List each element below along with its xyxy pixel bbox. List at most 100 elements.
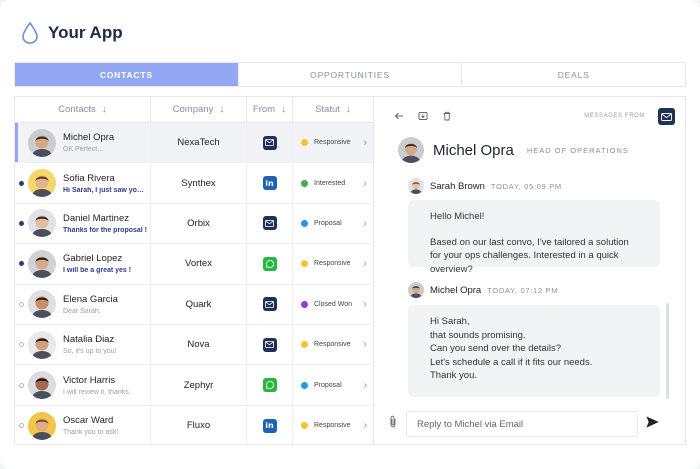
avatar: [28, 290, 56, 318]
table-row[interactable]: Gabriel LopezI will be a great yes ! Vort…: [15, 244, 373, 284]
archive-icon[interactable]: [418, 111, 428, 121]
avatar: [28, 209, 56, 237]
conversation-scrollbar[interactable]: [666, 303, 669, 399]
chevron-right-icon[interactable]: ›: [364, 299, 373, 310]
table-row[interactable]: Victor HarrisI will review it, thanks.Ze…: [15, 365, 373, 405]
status-label: Responsive: [314, 341, 358, 348]
contact-cell: Victor HarrisI will review it, thanks.: [15, 365, 151, 404]
header-company-label: Company: [173, 104, 214, 115]
sort-arrow-icon[interactable]: ↓: [219, 104, 224, 115]
table-row[interactable]: Michel OpraOK Perfect...NexaTechResponsi…: [15, 123, 373, 163]
sort-arrow-icon[interactable]: ↓: [281, 104, 286, 115]
status-dot: [301, 180, 308, 187]
sort-arrow-icon[interactable]: ↓: [102, 104, 107, 115]
header-company[interactable]: Company ↓: [151, 97, 247, 122]
company-cell: Vortex: [151, 244, 247, 283]
from-cell: [247, 365, 293, 404]
contact-name: Natalia Diaz: [63, 334, 116, 345]
company-cell: NexaTech: [151, 123, 247, 162]
messages-from-label: MESSAGES FROM: [584, 113, 645, 119]
app-frame: Your App CONTACTS OPPORTUNITIES DEALS Co…: [0, 0, 700, 469]
from-cell: in: [247, 406, 293, 446]
contact-cell: Oscar WardThank you to ask!: [15, 406, 151, 446]
from-cell: [247, 123, 293, 162]
trash-icon[interactable]: [442, 111, 452, 121]
contact-info: Daniel MartinezThanks for the proposal !: [63, 213, 147, 234]
status-dot: [301, 220, 308, 227]
email-icon: [263, 297, 277, 311]
status-dot: [301, 422, 308, 429]
status-cell: Interested›: [293, 163, 373, 202]
header-status-label: Statut: [315, 104, 340, 115]
chevron-right-icon[interactable]: ›: [364, 218, 373, 229]
chevron-right-icon[interactable]: ›: [364, 258, 373, 269]
status-cell: Responsive ›: [293, 244, 373, 283]
message-sender: Sarah Brown: [430, 181, 485, 192]
contact-last-message: I will review it, thanks.: [63, 389, 131, 396]
contact-name: Gabriel Lopez: [63, 253, 131, 264]
tab-opportunities[interactable]: OPPORTUNITIES: [239, 63, 463, 86]
contact-cell: Daniel MartinezThanks for the proposal !: [15, 204, 151, 243]
status-dot: [301, 260, 308, 267]
contact-name: Michel Opra: [433, 142, 514, 159]
status-dot: [301, 341, 308, 348]
status-cell: Responsive›: [293, 406, 373, 446]
from-cell: [247, 325, 293, 364]
table-row[interactable]: Daniel MartinezThanks for the proposal !…: [15, 204, 373, 244]
table-row[interactable]: Oscar WardThank you to ask!FluxoinRespon…: [15, 406, 373, 446]
header-from[interactable]: From ↓: [247, 97, 293, 122]
read-status-dot: [19, 140, 24, 145]
message-line: Let's schedule a call if it fits our nee…: [430, 356, 638, 370]
table-row[interactable]: Elena GarciaDear Sarah,QuarkClosed Won›: [15, 285, 373, 325]
contact-info: Elena GarciaDear Sarah,: [63, 294, 118, 315]
whatsapp-icon: [263, 257, 277, 271]
contact-name: Oscar Ward: [63, 415, 118, 426]
email-channel-icon[interactable]: [658, 108, 675, 125]
sort-arrow-icon[interactable]: ↓: [346, 104, 351, 115]
contact-info: Michel OpraOK Perfect...: [63, 132, 114, 153]
tab-deals[interactable]: DEALS: [462, 63, 685, 86]
chevron-right-icon[interactable]: ›: [364, 137, 373, 148]
contact-info: Oscar WardThank you to ask!: [63, 415, 118, 436]
read-status-dot: [19, 423, 24, 428]
message-line: Hello Michel!: [430, 210, 638, 224]
whatsapp-icon: [263, 378, 277, 392]
conversation-panel: MESSAGES FROM Michel Opra HEAD OF OPERAT…: [374, 96, 686, 445]
header-status[interactable]: Statut ↓: [293, 97, 373, 122]
status-label: Proposal: [314, 382, 358, 389]
chevron-right-icon[interactable]: ›: [364, 339, 373, 350]
back-arrow-icon[interactable]: [394, 111, 404, 121]
status-dot: [301, 139, 308, 146]
reply-input[interactable]: [406, 411, 638, 437]
table-header: Contacts↓ Company ↓ From ↓ Statut ↓: [15, 97, 373, 123]
sender-avatar: [408, 282, 424, 298]
chevron-right-icon[interactable]: ›: [364, 178, 373, 189]
chevron-right-icon[interactable]: ›: [364, 380, 373, 391]
contact-cell: Natalia DiazSo, it's up to you!: [15, 325, 151, 364]
reply-bar: [388, 411, 678, 437]
tab-contacts[interactable]: CONTACTS: [15, 63, 239, 86]
status-label: Responsive: [314, 260, 358, 267]
contact-last-message: Thanks for the proposal !: [63, 227, 147, 234]
email-icon: [263, 338, 277, 352]
main-tabs: CONTACTS OPPORTUNITIES DEALS: [14, 62, 686, 87]
contact-info: Gabriel LopezI will be a great yes !: [63, 253, 131, 274]
message-time: TODAY, 07:12 PM: [487, 286, 558, 295]
table-row[interactable]: Sofia RiveraHi Sarah, I just saw your...…: [15, 163, 373, 203]
header-from-label: From: [253, 104, 275, 115]
sender-avatar: [408, 178, 424, 194]
send-icon[interactable]: [646, 415, 659, 433]
email-icon: [263, 136, 277, 150]
from-cell: [247, 285, 293, 324]
message-line: Based on our last convo, I've tailored a…: [430, 236, 638, 277]
table-row[interactable]: Natalia DiazSo, it's up to you!NovaRespo…: [15, 325, 373, 365]
drop-logo-icon: [20, 21, 40, 45]
read-status-dot: [19, 261, 24, 266]
contact-last-message: OK Perfect...: [63, 146, 114, 153]
header-contacts[interactable]: Contacts↓: [15, 97, 151, 122]
status-cell: Responsive ›: [293, 325, 373, 364]
panel-toolbar: [394, 111, 452, 121]
attachment-icon[interactable]: [388, 415, 398, 433]
chevron-right-icon[interactable]: ›: [364, 420, 373, 431]
company-cell: Synthex: [151, 163, 247, 202]
